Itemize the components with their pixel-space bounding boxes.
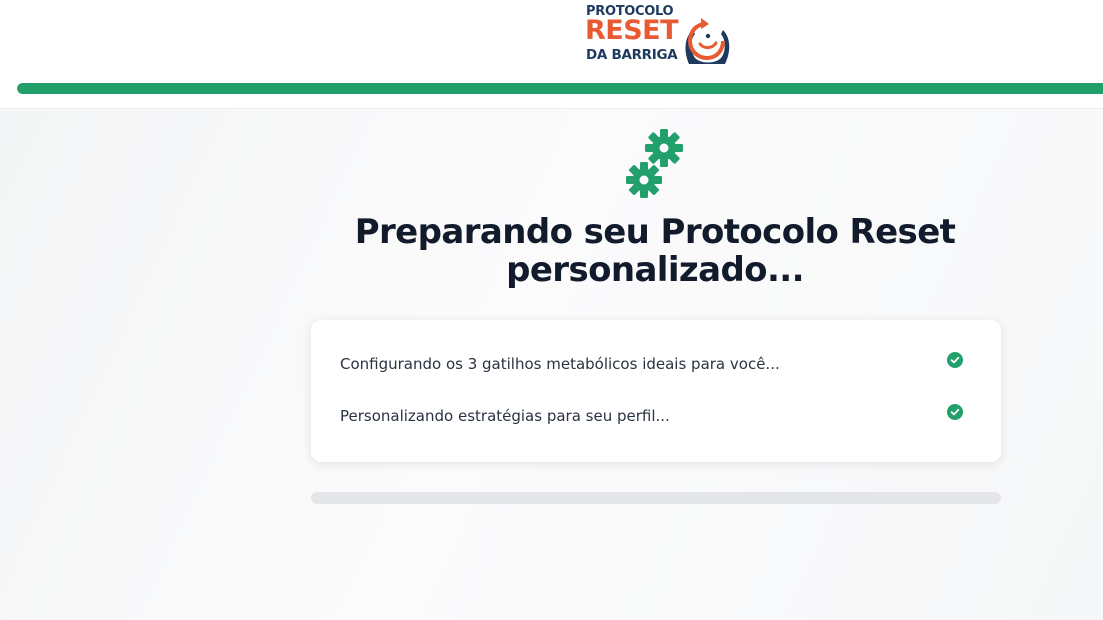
header: PROTOCOLO RESET DA BARRIGA [0, 0, 1103, 109]
loading-progress-bar [311, 492, 1001, 504]
check-circle-icon [947, 352, 963, 368]
step-label: Configurando os 3 gatilhos metabólicos i… [340, 355, 780, 373]
brand-logo: PROTOCOLO RESET DA BARRIGA [585, 4, 735, 66]
logo-line-3: DA BARRIGA [586, 47, 678, 63]
belly-reset-icon [685, 18, 730, 64]
steps-card: Configurando os 3 gatilhos metabólicos i… [311, 320, 1001, 462]
step-item: Personalizando estratégias para seu perf… [340, 404, 970, 428]
step-label: Personalizando estratégias para seu perf… [340, 407, 670, 425]
page-title: Preparando seu Protocolo Reset personali… [354, 212, 956, 290]
top-progress-fill [17, 83, 1103, 94]
step-item: Configurando os 3 gatilhos metabólicos i… [340, 352, 970, 376]
top-progress-bar [17, 83, 1103, 94]
gears-icon [626, 129, 683, 198]
check-circle-icon [947, 404, 963, 420]
logo-line-2: RESET [585, 15, 679, 46]
